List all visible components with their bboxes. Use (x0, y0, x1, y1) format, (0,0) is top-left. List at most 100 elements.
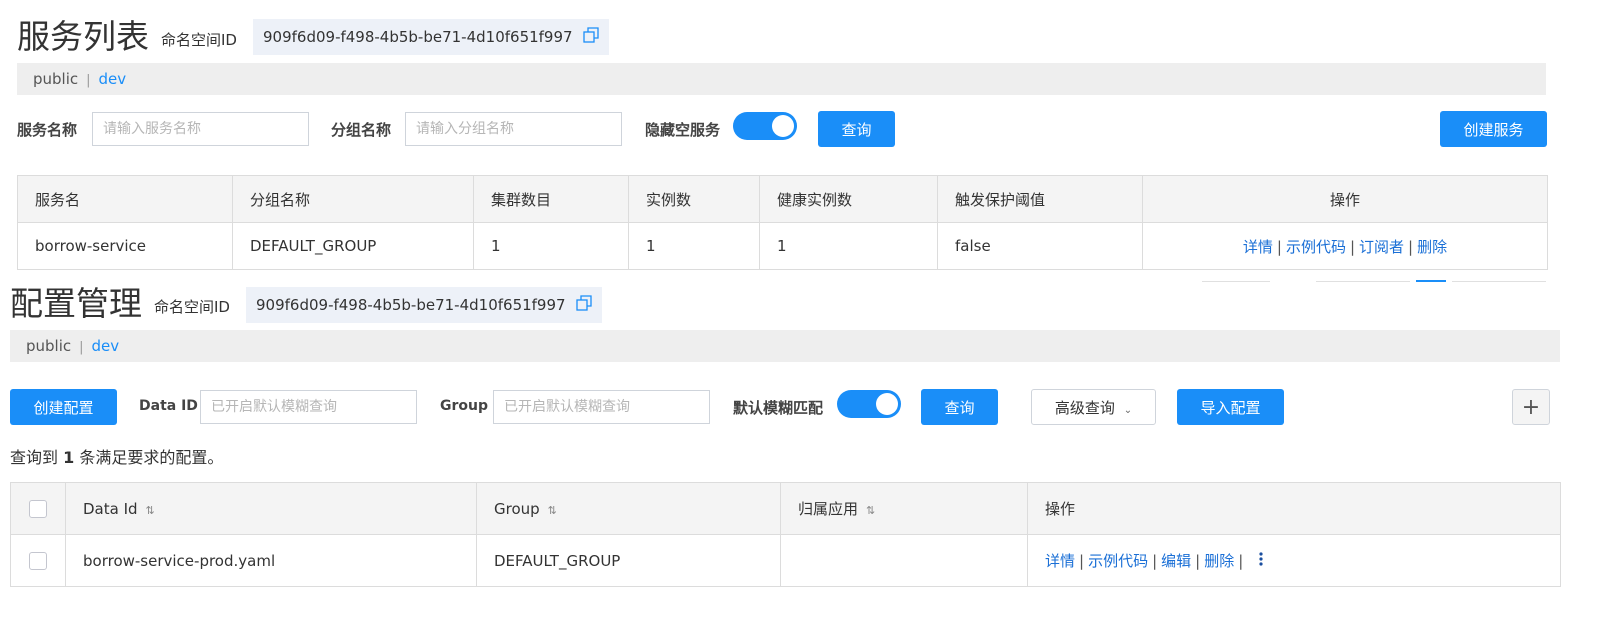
import-config-button[interactable]: 导入配置 (1177, 389, 1284, 425)
result-prefix: 查询到 (10, 448, 59, 467)
config-table-header: Data Id ⇅ Group ⇅ 归属应用 ⇅ 操作 (10, 482, 1561, 535)
fuzzy-match-label: 默认模糊匹配 (733, 399, 824, 417)
cell-service-name: borrow-service (17, 222, 233, 270)
group-label: Group (440, 398, 489, 414)
action-delete-link[interactable]: 删除 (1204, 552, 1234, 570)
group-name-input[interactable] (405, 112, 622, 146)
create-service-button[interactable]: 创建服务 (1440, 111, 1547, 147)
copy-icon[interactable] (583, 20, 600, 56)
breadcrumb-separator: | (86, 73, 91, 88)
action-delete-link[interactable]: 删除 (1417, 238, 1447, 256)
header-group-label: Group (494, 499, 540, 518)
cell-data-id: borrow-service-prod.yaml (65, 534, 477, 587)
service-name-label: 服务名称 (17, 121, 78, 139)
toggle-knob (876, 393, 898, 415)
result-count: 1 (63, 448, 75, 467)
header-app[interactable]: 归属应用 ⇅ (780, 482, 1028, 535)
cell-instances: 1 (628, 222, 760, 270)
cell-app (780, 534, 1028, 587)
sort-icon[interactable]: ⇅ (146, 504, 155, 517)
select-all-checkbox[interactable] (29, 499, 47, 518)
pagination-edge-active (1416, 280, 1446, 282)
table-row: borrow-service-prod.yaml DEFAULT_GROUP 详… (10, 534, 1561, 587)
config-query-button[interactable]: 查询 (921, 389, 998, 425)
config-namespace-breadcrumb: public | dev (10, 330, 1560, 362)
row-checkbox[interactable] (29, 551, 47, 570)
cell-select (10, 534, 66, 587)
header-app-label: 归属应用 (798, 500, 859, 518)
header-actions: 操作 (1142, 175, 1548, 223)
header-actions: 操作 (1027, 482, 1561, 535)
header-select-all (10, 482, 66, 535)
header-service-name: 服务名 (17, 175, 233, 223)
pagination-edge (1316, 281, 1410, 282)
data-id-input[interactable] (200, 390, 417, 424)
copy-icon[interactable] (576, 288, 593, 324)
service-table-header: 服务名 分组名称 集群数目 实例数 健康实例数 触发保护阈值 操作 (17, 175, 1548, 223)
sort-icon[interactable]: ⇅ (866, 504, 875, 517)
header-healthy-count: 健康实例数 (759, 175, 938, 223)
create-config-button[interactable]: 创建配置 (10, 389, 117, 425)
action-sample-code-link[interactable]: 示例代码 (1088, 552, 1148, 570)
namespace-public[interactable]: public (33, 70, 78, 88)
service-name-input[interactable] (92, 112, 309, 146)
pagination-edge (1452, 281, 1546, 282)
result-suffix: 条满足要求的配置。 (79, 448, 224, 467)
action-detail-link[interactable]: 详情 (1243, 238, 1273, 256)
service-query-button[interactable]: 查询 (818, 111, 895, 147)
fuzzy-match-toggle[interactable] (837, 390, 901, 418)
action-subscribers-link[interactable]: 订阅者 (1359, 238, 1404, 256)
service-namespace-breadcrumb: public | dev (17, 63, 1546, 95)
breadcrumb-separator: | (79, 340, 84, 355)
header-cluster-count: 集群数目 (473, 175, 629, 223)
config-namespace-id: 909f6d09-f498-4b5b-be71-4d10f651f997 (256, 296, 566, 314)
plus-icon[interactable]: + (1512, 389, 1550, 425)
action-separator: | (1276, 237, 1282, 256)
service-table: 服务名 分组名称 集群数目 实例数 健康实例数 触发保护阈值 操作 borrow… (17, 175, 1548, 270)
action-sample-code-link[interactable]: 示例代码 (1286, 238, 1346, 256)
table-row: borrow-service DEFAULT_GROUP 1 1 1 false… (17, 222, 1548, 270)
header-group[interactable]: Group ⇅ (476, 482, 781, 535)
advanced-query-button[interactable]: 高级查询 ⌄ (1031, 389, 1156, 425)
action-separator: | (1152, 551, 1158, 570)
header-protect-threshold: 触发保护阈值 (937, 175, 1143, 223)
namespace-public[interactable]: public (26, 337, 71, 355)
action-detail-link[interactable]: 详情 (1045, 552, 1075, 570)
service-namespace-label: 命名空间ID (161, 31, 237, 49)
cell-clusters: 1 (473, 222, 629, 270)
sort-icon[interactable]: ⇅ (548, 504, 557, 517)
hide-empty-services-label: 隐藏空服务 (645, 121, 721, 139)
namespace-dev[interactable]: dev (92, 337, 120, 355)
cell-actions: 详情 | 示例代码 | 编辑 | 删除 | (1027, 534, 1561, 587)
namespace-dev[interactable]: dev (99, 70, 127, 88)
advanced-query-label: 高级查询 (1054, 398, 1115, 417)
cell-group: DEFAULT_GROUP (476, 534, 781, 587)
chevron-down-icon: ⌄ (1123, 404, 1133, 416)
config-table: Data Id ⇅ Group ⇅ 归属应用 ⇅ 操作 borrow-service-… (10, 482, 1561, 587)
action-separator: | (1195, 551, 1201, 570)
action-edit-link[interactable]: 编辑 (1161, 552, 1191, 570)
group-name-label: 分组名称 (331, 121, 392, 139)
action-separator: | (1349, 237, 1356, 256)
action-separator: | (1079, 551, 1085, 570)
hide-empty-services-toggle[interactable] (733, 112, 797, 140)
cell-threshold: false (937, 222, 1143, 270)
service-namespace-id-box: 909f6d09-f498-4b5b-be71-4d10f651f997 (253, 19, 610, 56)
header-data-id[interactable]: Data Id ⇅ (65, 482, 477, 535)
header-data-id-label: Data Id (83, 499, 138, 518)
query-result-summary: 查询到 1 条满足要求的配置。 (10, 444, 223, 468)
more-icon[interactable] (1258, 551, 1264, 571)
action-separator: | (1408, 237, 1414, 256)
service-namespace-id: 909f6d09-f498-4b5b-be71-4d10f651f997 (263, 28, 573, 46)
header-group-name: 分组名称 (232, 175, 474, 223)
config-management-title: 配置管理 (10, 284, 142, 323)
config-namespace-id-box: 909f6d09-f498-4b5b-be71-4d10f651f997 (246, 287, 603, 324)
cell-group: DEFAULT_GROUP (232, 222, 474, 270)
config-namespace-label: 命名空间ID (154, 298, 230, 316)
service-list-title: 服务列表 (17, 17, 149, 56)
toggle-knob (772, 115, 794, 137)
group-input[interactable] (493, 390, 710, 424)
action-separator: | (1238, 551, 1244, 570)
data-id-label: Data ID (139, 398, 198, 414)
cell-actions: 详情 | 示例代码 | 订阅者 | 删除 (1142, 222, 1548, 270)
